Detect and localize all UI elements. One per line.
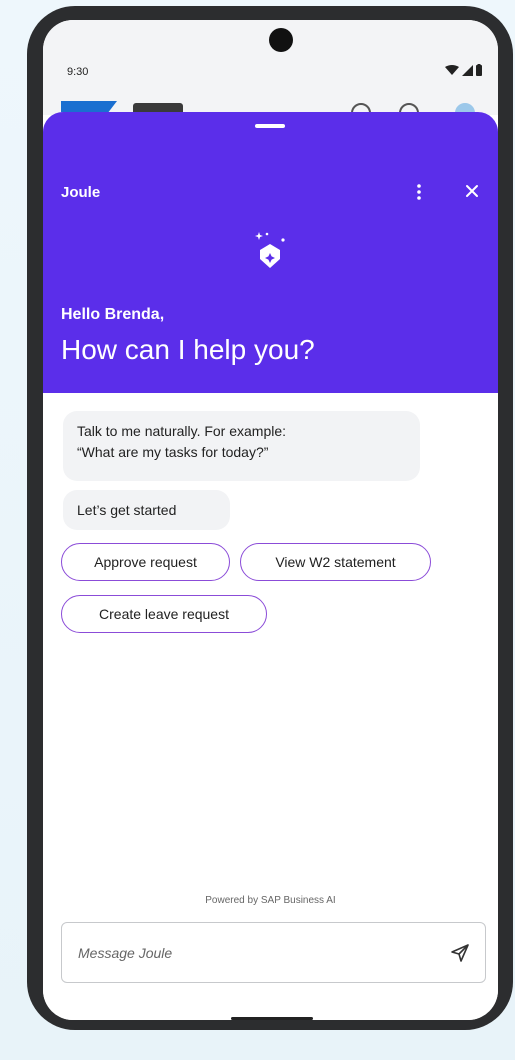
drag-handle[interactable]	[255, 124, 285, 128]
message-input-box	[61, 922, 486, 983]
stage: 9:30 Joule Hello Brenda, How can I help …	[0, 0, 515, 1060]
help-prompt: How can I help you?	[61, 334, 315, 365]
close-icon[interactable]	[461, 180, 483, 202]
status-icons	[445, 64, 482, 76]
sheet-title: Joule	[61, 184, 101, 201]
status-time: 9:30	[67, 66, 89, 78]
greeting: Hello Brenda,	[61, 306, 165, 323]
sheet-header: Joule Hello Brenda, How can I help you?	[43, 112, 498, 393]
battery-icon	[476, 64, 482, 76]
camera-hole	[269, 28, 293, 52]
wifi-icon	[445, 64, 459, 75]
assistant-message: Talk to me naturally. For example: “What…	[63, 411, 420, 481]
send-icon[interactable]	[449, 942, 471, 964]
message-line: “What are my tasks for today?”	[77, 444, 269, 460]
suggestion-approve-request[interactable]: Approve request	[61, 543, 230, 581]
suggestion-view-w2-statement[interactable]: View W2 statement	[240, 543, 431, 581]
joule-sheet: Joule Hello Brenda, How can I help you? …	[43, 112, 498, 1020]
message-text: Let’s get started	[77, 502, 177, 518]
signal-icon	[462, 64, 473, 76]
message-line: Talk to me naturally. For example:	[77, 423, 287, 439]
powered-by-label: Powered by SAP Business AI	[205, 895, 336, 906]
phone-screen: 9:30 Joule Hello Brenda, How can I help …	[43, 20, 498, 1020]
suggestion-create-leave-request[interactable]: Create leave request	[61, 595, 267, 633]
home-indicator[interactable]	[231, 1017, 313, 1020]
joule-logo-icon	[247, 228, 293, 274]
more-vertical-icon[interactable]	[411, 182, 427, 202]
message-input[interactable]	[76, 939, 440, 967]
assistant-message: Let’s get started	[63, 490, 230, 530]
